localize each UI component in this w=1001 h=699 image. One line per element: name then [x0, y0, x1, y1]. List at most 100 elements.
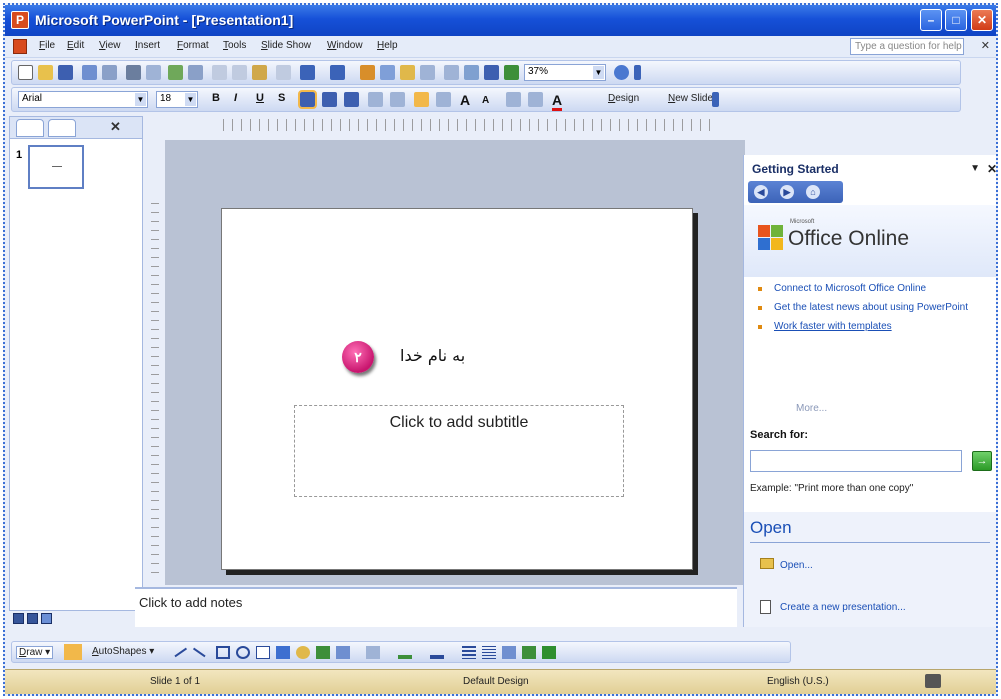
- task-pane-menu-icon[interactable]: ▼: [970, 163, 980, 174]
- minimize-button[interactable]: –: [920, 9, 942, 31]
- align-center-icon[interactable]: [322, 92, 337, 107]
- new-presentation-icon[interactable]: [760, 600, 771, 614]
- slide-title-text[interactable]: به نام خدا: [400, 346, 465, 365]
- email-icon[interactable]: [102, 65, 117, 80]
- align-left-icon[interactable]: [298, 90, 317, 109]
- menu-slide-show[interactable]: Slide Show: [261, 40, 311, 51]
- menu-tools[interactable]: Tools: [223, 40, 246, 51]
- close-window-button[interactable]: ✕: [971, 9, 993, 31]
- chevron-down-icon[interactable]: ▼: [135, 93, 146, 106]
- folder-icon[interactable]: [760, 558, 774, 569]
- new-icon[interactable]: [18, 65, 33, 80]
- slide-sorter-view-icon[interactable]: [27, 613, 38, 624]
- search-input[interactable]: [750, 450, 962, 472]
- insert-chart-icon[interactable]: [360, 65, 375, 80]
- open-link[interactable]: Open...: [780, 560, 813, 571]
- notes-pane[interactable]: Click to add notes: [135, 587, 737, 627]
- slide-show-view-icon[interactable]: [41, 613, 52, 624]
- zoom-select[interactable]: 37% ▼: [524, 64, 606, 81]
- left-to-right-icon[interactable]: [436, 92, 451, 107]
- right-to-left-icon[interactable]: [414, 92, 429, 107]
- menu-format[interactable]: Format: [177, 40, 209, 51]
- tab-slides[interactable]: [48, 119, 76, 137]
- normal-view-icon[interactable]: [13, 613, 24, 624]
- autoshapes-button[interactable]: AutoShapes ▾: [92, 646, 154, 657]
- format-painter-icon[interactable]: [276, 65, 291, 80]
- 3d-style-icon[interactable]: [542, 646, 556, 659]
- grayscale-icon[interactable]: [484, 65, 499, 80]
- task-pane-close-icon[interactable]: ✕: [987, 162, 996, 176]
- numbering-icon[interactable]: [368, 92, 383, 107]
- redo-icon[interactable]: [330, 65, 345, 80]
- maximize-button[interactable]: □: [945, 9, 967, 31]
- increase-font-button[interactable]: A: [460, 92, 470, 108]
- home-icon[interactable]: ⌂: [806, 185, 820, 199]
- back-icon[interactable]: ◀: [754, 185, 768, 199]
- permission-icon[interactable]: [82, 65, 97, 80]
- rectangle-icon[interactable]: [216, 646, 230, 659]
- open-icon[interactable]: [38, 65, 53, 80]
- slide-canvas[interactable]: ۲ به نام خدا Click to add subtitle: [221, 208, 693, 570]
- hyperlink-icon[interactable]: [420, 65, 435, 80]
- spelling-icon[interactable]: [168, 65, 183, 80]
- decrease-indent-icon[interactable]: [506, 92, 521, 107]
- undo-icon[interactable]: [300, 65, 315, 80]
- font-name-select[interactable]: Arial ▼: [18, 91, 148, 108]
- tab-outline[interactable]: [16, 119, 44, 137]
- design-button[interactable]: Design: [592, 93, 639, 104]
- decrease-font-button[interactable]: A: [482, 95, 489, 106]
- shadow-style-icon[interactable]: [522, 646, 536, 659]
- arrow-style-icon[interactable]: [502, 646, 516, 659]
- chevron-down-icon[interactable]: ▼: [593, 66, 604, 79]
- more-link[interactable]: More...: [796, 403, 827, 414]
- line-style-icon[interactable]: [462, 646, 476, 659]
- increase-indent-icon[interactable]: [528, 92, 543, 107]
- arrow-icon[interactable]: [192, 642, 210, 658]
- show-formatting-icon[interactable]: [464, 65, 479, 80]
- office-online-banner[interactable]: Microsoft Office Online: [744, 205, 996, 277]
- document-control-icon[interactable]: [13, 39, 27, 54]
- powerpoint-app-icon[interactable]: [11, 11, 29, 29]
- line-color-icon[interactable]: [398, 646, 412, 659]
- insert-picture-icon[interactable]: [400, 65, 415, 80]
- dash-style-icon[interactable]: [482, 646, 496, 659]
- menu-window[interactable]: Window: [327, 40, 363, 51]
- text-color-icon[interactable]: [430, 646, 444, 659]
- print-preview-icon[interactable]: [146, 65, 161, 80]
- toolbar-options-icon[interactable]: [712, 92, 719, 107]
- research-icon[interactable]: [188, 65, 203, 80]
- toolbar-options-icon[interactable]: [634, 65, 641, 80]
- menu-view[interactable]: View: [99, 40, 121, 51]
- font-size-select[interactable]: 18 ▼: [156, 91, 198, 108]
- slide-thumbnail[interactable]: [28, 145, 84, 189]
- help-question-input[interactable]: Type a question for help: [850, 38, 964, 55]
- picture-icon[interactable]: [336, 646, 350, 659]
- close-help-icon[interactable]: ✕: [981, 39, 990, 52]
- subtitle-placeholder[interactable]: Click to add subtitle: [294, 405, 624, 497]
- search-go-button[interactable]: →: [972, 451, 992, 471]
- font-color-button[interactable]: A: [552, 92, 563, 111]
- save-icon[interactable]: [58, 65, 73, 80]
- forward-icon[interactable]: ▶: [780, 185, 794, 199]
- text-box-icon[interactable]: [256, 646, 270, 659]
- fill-color-icon[interactable]: [366, 646, 380, 659]
- menu-edit[interactable]: Edit: [67, 40, 84, 51]
- insert-table-icon[interactable]: [380, 65, 395, 80]
- help-icon[interactable]: [614, 65, 629, 80]
- new-slide-button[interactable]: New Slide: [652, 93, 713, 104]
- latest-news-link[interactable]: Get the latest news about using PowerPoi…: [752, 302, 996, 314]
- clip-art-icon[interactable]: [316, 646, 330, 659]
- vertical-ruler[interactable]: [151, 195, 159, 575]
- italic-button[interactable]: I: [234, 92, 237, 104]
- bullets-icon[interactable]: [390, 92, 405, 107]
- horizontal-ruler[interactable]: [215, 119, 710, 131]
- draw-menu-button[interactable]: Draw ▾: [16, 646, 54, 659]
- menu-file[interactable]: File: [39, 40, 55, 51]
- print-icon[interactable]: [126, 65, 141, 80]
- chevron-down-icon[interactable]: ▼: [185, 93, 196, 106]
- connect-online-link[interactable]: Connect to Microsoft Office Online: [752, 283, 996, 295]
- menu-help[interactable]: Help: [377, 40, 398, 51]
- oval-icon[interactable]: [236, 646, 250, 659]
- templates-link[interactable]: Work faster with templates: [752, 321, 996, 333]
- cut-icon[interactable]: [212, 65, 227, 80]
